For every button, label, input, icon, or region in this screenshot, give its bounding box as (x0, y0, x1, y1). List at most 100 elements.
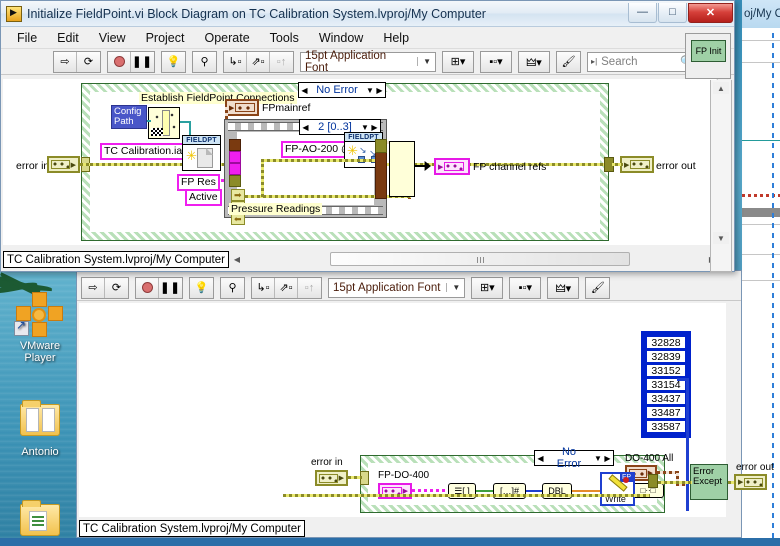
case-selector-bottom[interactable]: ◀ No Error ▼ ▶ (534, 450, 614, 466)
terminal-dots (235, 103, 255, 112)
step-over-icon[interactable]: ⇗▫ (275, 278, 298, 298)
selector-next-icon[interactable]: ▶ (603, 454, 612, 463)
abort-button[interactable] (136, 278, 159, 298)
step-out-icon[interactable]: ▫↑ (298, 278, 321, 298)
distribute-objects-group: ▪▫▾ (480, 51, 512, 73)
highlight-execution-bulb-icon[interactable]: 💡 (162, 52, 185, 72)
panel-scroll-down-icon[interactable]: ▼ (713, 232, 729, 244)
fieldpoint-open-node[interactable]: FIELDPT ✳ (182, 135, 221, 171)
step-into-icon[interactable]: ↳▫ (224, 52, 247, 72)
iak-path-constant[interactable]: TC Calibration.iak (100, 143, 191, 160)
align-objects-icon[interactable]: ⊞▾ (472, 278, 502, 298)
toolbar-group-highlight: 💡 (161, 51, 186, 73)
retain-wire-values-icon[interactable]: ⚲ (193, 52, 216, 72)
bundle-node[interactable] (389, 141, 415, 197)
menu-item-edit[interactable]: Edit (47, 29, 89, 47)
minimize-button[interactable]: — (628, 3, 657, 23)
run-continuous-button[interactable]: ⟳ (105, 278, 128, 298)
toolbar-group-exec: ❚❚ (107, 51, 155, 73)
cleanup-diagram-icon[interactable]: 🖌 (586, 278, 609, 298)
distribute-objects-icon[interactable]: ▪▫▾ (481, 52, 511, 72)
numeric-array-indicator[interactable]: 32828 32839 33152 33154 33437 33487 3358… (641, 331, 691, 438)
chevron-down-icon[interactable]: ▼ (593, 454, 603, 463)
sparkle-icon: ✳ (347, 146, 358, 156)
panel-scroll-up-icon[interactable]: ▲ (713, 82, 729, 94)
error-except-line2: Except (693, 477, 725, 487)
selector-prev-icon[interactable]: ◀ (300, 86, 309, 95)
block-diagram-canvas-top[interactable]: error in ▶ Establish FieldPoint Connecti… (3, 79, 716, 245)
distribute-objects-group-bottom: ▪▫▾ (509, 277, 541, 299)
step-out-icon[interactable]: ▫↑ (270, 52, 293, 72)
chevron-down-icon[interactable]: ▼ (360, 123, 370, 132)
vi-glyph-bar (162, 110, 170, 136)
desktop-icon-folder-3[interactable] (2, 498, 78, 546)
error-in-terminal-bottom[interactable]: ▶ (315, 470, 348, 486)
wire-error-out-top (609, 163, 623, 166)
close-button[interactable]: ✕ (688, 3, 733, 23)
toolbar-group-exec-bottom: ❚❚ (135, 277, 183, 299)
highlight-execution-bulb-icon[interactable]: 💡 (190, 278, 213, 298)
bg-rule-3 (742, 140, 780, 141)
selector-next-icon[interactable]: ▶ (375, 86, 384, 95)
config-path-line2: Path (114, 117, 144, 127)
active-constant[interactable]: Active (185, 189, 222, 206)
fp-mainref-terminal[interactable]: ▶ (225, 99, 259, 116)
desktop-icon-antonio[interactable]: Antonio (2, 398, 78, 458)
maximize-button[interactable]: □ (658, 3, 687, 23)
retain-wire-values-icon[interactable]: ⚲ (221, 278, 244, 298)
cleanup-diagram-icon[interactable]: 🖌 (557, 52, 580, 72)
array-cell: 32828 (646, 336, 686, 349)
font-selector-top[interactable]: 15pt Application Font ▼ (300, 52, 436, 72)
fp-write-vi-node[interactable]: FP Write (600, 472, 635, 506)
font-selector-bottom[interactable]: 15pt Application Font ▼ (328, 278, 465, 298)
desktop-icon-vmware-player[interactable]: VMware Player (2, 292, 78, 364)
fp-channel-refs-terminal[interactable]: ▶ (434, 158, 470, 175)
align-objects-icon[interactable]: ⊞▾ (443, 52, 473, 72)
scroll-left-arrow-icon[interactable]: ◀ (229, 251, 245, 268)
fieldpoint-open-vi[interactable] (148, 107, 180, 139)
tunnel-magenta-left-2 (229, 163, 241, 175)
reorder-icon[interactable]: 🜲▾ (548, 278, 578, 298)
run-button[interactable]: ⇨ (82, 278, 105, 298)
menu-item-project[interactable]: Project (136, 29, 195, 47)
case-selector-top[interactable]: ◀ No Error ▼ ▶ (298, 82, 386, 98)
menu-item-window[interactable]: Window (309, 29, 373, 47)
font-selector-label: 15pt Application Font (305, 50, 411, 74)
error-in-label-bottom: error in (311, 457, 343, 468)
fp-init-button[interactable]: FP Init (691, 40, 726, 62)
error-except-node[interactable]: Error Except (690, 464, 728, 500)
error-out-terminal-bottom[interactable]: ▶ (734, 474, 767, 490)
terminal-dots (444, 162, 464, 171)
horizontal-scroll-thumb[interactable] (330, 252, 630, 266)
pause-button[interactable]: ❚❚ (159, 278, 182, 298)
error-out-terminal-top[interactable]: ▶ (620, 156, 654, 173)
array-cell: 32839 (646, 350, 686, 363)
selector-prev-icon[interactable]: ◀ (301, 123, 310, 132)
reorder-icon[interactable]: 🜲▾ (519, 52, 549, 72)
tunnel-arrow-1-glyph: ➡ (234, 191, 242, 200)
step-over-icon[interactable]: ⇗▫ (247, 52, 270, 72)
menu-item-view[interactable]: View (89, 29, 136, 47)
menu-item-operate[interactable]: Operate (194, 29, 259, 47)
run-button[interactable]: ⇨ (54, 52, 77, 72)
array-cell: 33152 (646, 364, 686, 377)
selector-next-icon[interactable]: ▶ (370, 123, 379, 132)
pause-button[interactable]: ❚❚ (131, 52, 154, 72)
menu-item-file[interactable]: File (7, 29, 47, 47)
error-in-terminal-top[interactable]: ▶ (47, 156, 80, 173)
menu-item-tools[interactable]: Tools (260, 29, 309, 47)
search-box-top[interactable]: ▸| Search 🔍 (587, 52, 698, 72)
fp-init-palette[interactable]: FP Init (685, 33, 731, 79)
distribute-objects-icon[interactable]: ▪▫▾ (510, 278, 540, 298)
run-continuous-button[interactable]: ⟳ (77, 52, 100, 72)
chevron-down-icon[interactable]: ▼ (365, 86, 375, 95)
menu-item-help[interactable]: Help (373, 29, 419, 47)
search-input[interactable]: Search (601, 56, 637, 68)
selector-prev-icon[interactable]: ◀ (536, 454, 545, 463)
titlebar-top[interactable]: Initialize FieldPoint.vi Block Diagram o… (1, 1, 734, 27)
step-into-icon[interactable]: ↳▫ (252, 278, 275, 298)
toolbar-bottom: ⇨ ⟳ ❚❚ 💡 ⚲ ↳▫ ⇗▫ ▫↑ 15pt Application Fon… (77, 275, 741, 301)
config-path-constant[interactable]: Config Path (111, 105, 147, 129)
abort-button[interactable] (108, 52, 131, 72)
chevron-down-icon: ▼ (446, 283, 460, 292)
